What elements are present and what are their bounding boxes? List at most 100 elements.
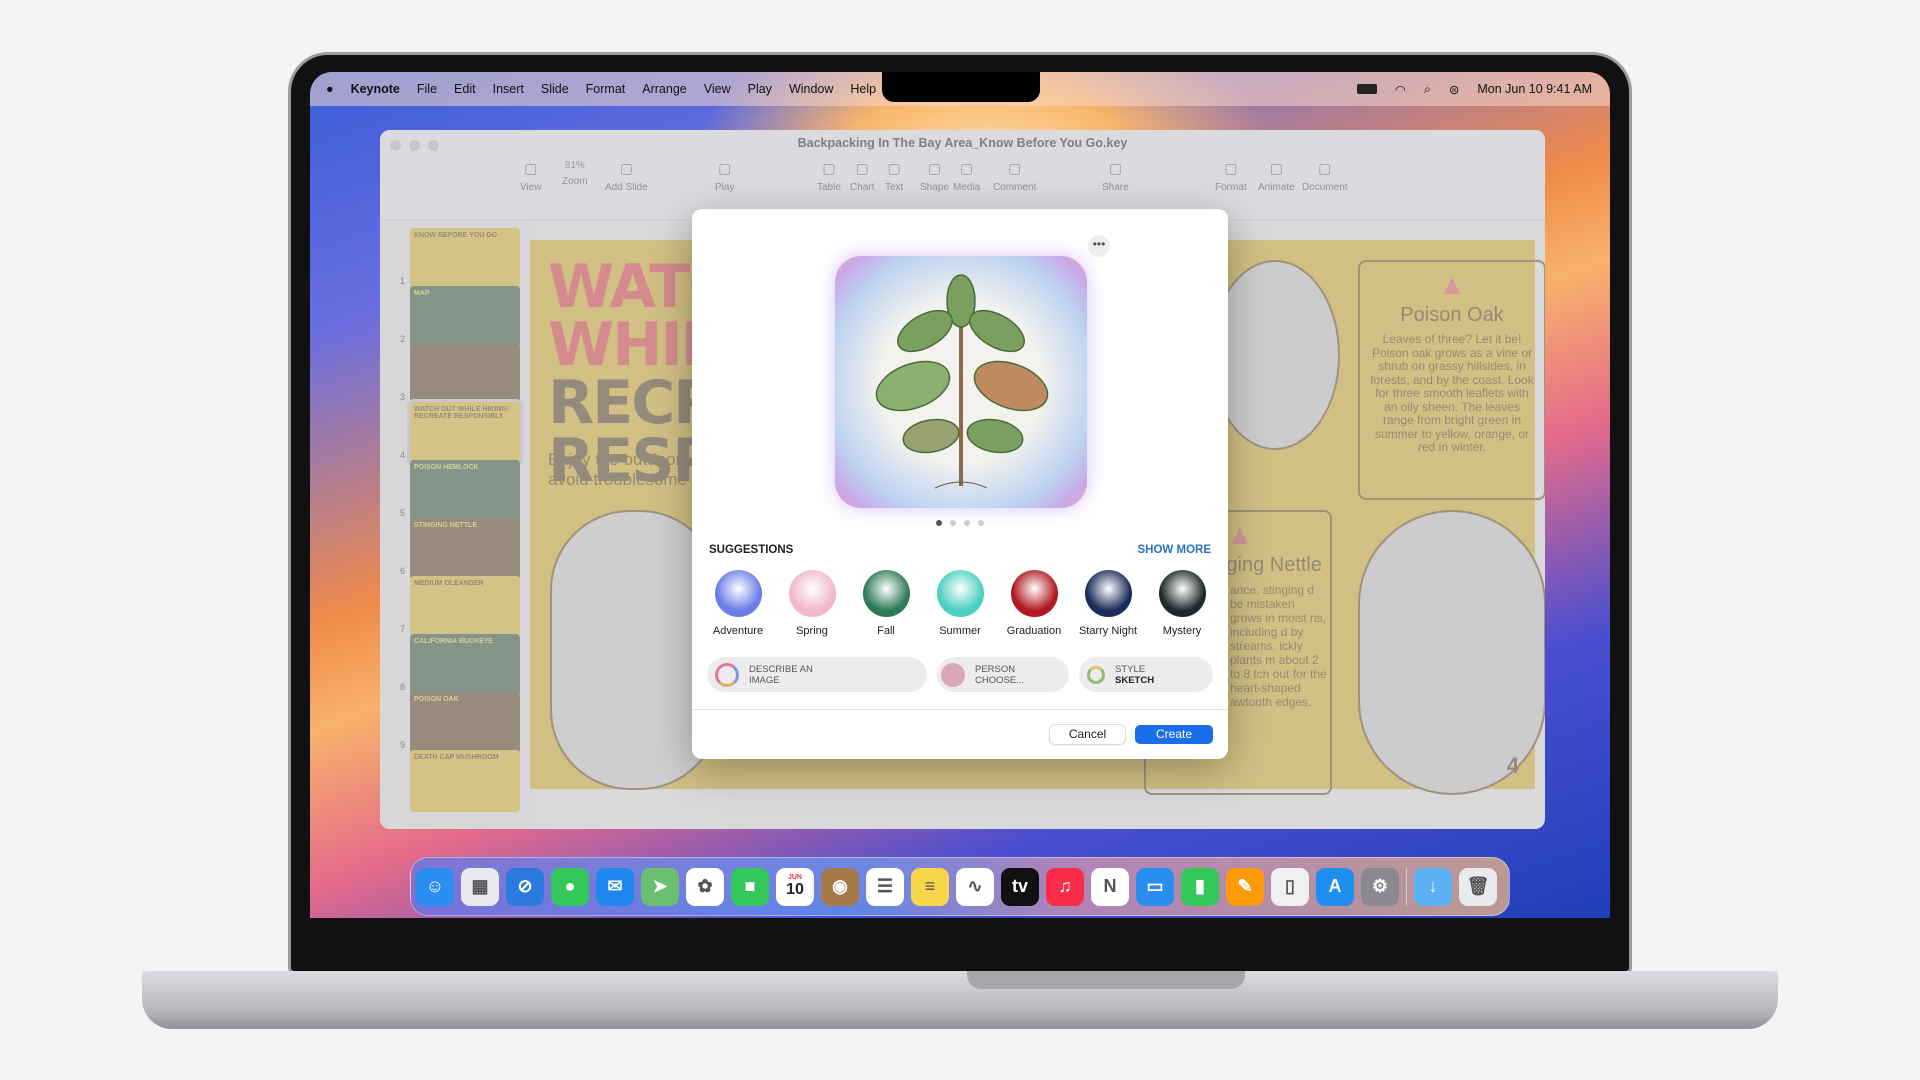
icon-glyph: ▮ [1195,876,1205,896]
icon-glyph: 🗑 [1466,876,1490,896]
menu-play[interactable]: Play [748,82,772,96]
app-store-icon[interactable]: A [1316,867,1354,906]
safari-icon[interactable]: ⊘ [506,867,544,906]
suggestion-graduation[interactable]: Graduation [998,570,1070,637]
music-icon[interactable]: ♫ [1046,867,1084,906]
reminders-icon[interactable]: ☰ [866,867,904,906]
freeform-icon[interactable]: ∿ [956,867,994,906]
icon-glyph: ✎ [1237,876,1253,896]
messages-icon[interactable]: ● [551,867,589,906]
page-dot[interactable] [978,520,984,526]
style-icon [1087,665,1105,684]
battery-icon[interactable] [1356,84,1377,94]
describe-label: DESCRIBE AN [749,663,813,675]
icon-glyph: ◉ [832,876,848,896]
clock[interactable]: Mon Jun 10 9:41 AM [1477,82,1592,96]
cancel-button[interactable]: Cancel [1050,725,1125,744]
downloads-icon[interactable]: ↓ [1414,867,1452,906]
maps-icon[interactable]: ➤ [641,867,679,906]
photos-icon[interactable]: ✿ [686,867,724,906]
camera-notch [882,72,1040,102]
person-chooser[interactable]: PERSON CHOOSE... [937,657,1069,692]
dock-divider [1406,867,1407,906]
menu-edit[interactable]: Edit [454,82,476,96]
icon-glyph: ☰ [876,876,894,896]
image-playground-icon [715,662,739,687]
menu-app[interactable]: Keynote [351,82,400,96]
create-button[interactable]: Create [1135,725,1213,744]
keynote-icon[interactable]: ▭ [1136,867,1174,906]
icon-glyph: ≡ [924,876,936,896]
menu-insert[interactable]: Insert [493,82,524,96]
icon-glyph: ♫ [1058,876,1072,896]
contacts-icon[interactable]: ◉ [821,867,859,906]
divider [692,709,1228,710]
calendar-month: JUN [787,874,802,881]
suggestion-thumbnail-icon [788,570,836,617]
apple-icon[interactable]: ● [326,82,334,96]
style-label: STYLE [1115,663,1146,675]
image-playground-dialog: ••• SUGGESTIONS SHOW MORE Adventure Sprin… [692,209,1228,759]
describe-label: IMAGE [749,674,780,686]
wifi-icon[interactable]: ◠ [1395,82,1406,97]
mail-icon[interactable]: ✉ [596,867,634,906]
suggestion-thumbnail-icon [936,570,984,617]
page-dot[interactable] [936,520,942,526]
more-options-button[interactable]: ••• [1088,235,1110,257]
person-label: PERSON [975,663,1016,675]
suggestion-starry-night[interactable]: Starry Night [1072,570,1144,637]
icon-glyph: ✉ [607,876,623,896]
menu-help[interactable]: Help [850,82,876,96]
page-indicator [692,520,1228,526]
icon-glyph: ↓ [1428,876,1438,896]
menu-window[interactable]: Window [789,82,833,96]
show-more-button[interactable]: SHOW MORE [1138,544,1211,556]
suggestion-adventure[interactable]: Adventure [702,570,774,637]
launchpad-icon[interactable]: ▦ [461,867,499,906]
menu-view[interactable]: View [704,82,731,96]
finder-icon[interactable]: ☺ [416,867,454,906]
menu-slide[interactable]: Slide [541,82,569,96]
icon-glyph: ∿ [967,876,983,896]
suggestion-fall[interactable]: Fall [850,570,922,637]
suggestion-summer[interactable]: Summer [924,570,996,637]
news-icon[interactable]: N [1091,867,1129,906]
notes-icon[interactable]: ≡ [911,867,949,906]
suggestion-thumbnail-icon [1158,570,1206,617]
suggestion-label: Mystery [1162,625,1202,637]
icon-glyph: ⚙ [1371,876,1389,896]
menu-format[interactable]: Format [586,82,626,96]
suggestion-spring[interactable]: Spring [776,570,848,637]
iphone-mirroring-icon[interactable]: ▯ [1271,867,1309,906]
system-settings-icon[interactable]: ⚙ [1361,867,1399,906]
screen: ● Keynote File Edit Insert Slide Format … [310,72,1610,918]
plant-sketch-image [875,274,1049,489]
suggestion-label: Summer [939,625,981,637]
style-value: SKETCH [1115,674,1155,686]
pages-icon[interactable]: ✎ [1226,867,1264,906]
page-dot[interactable] [950,520,956,526]
page-dot[interactable] [964,520,970,526]
icon-glyph: A [1328,876,1342,896]
trash-icon[interactable]: 🗑 [1459,867,1497,906]
icon-glyph: ➤ [652,876,668,896]
tv-icon[interactable]: tv [1001,867,1039,906]
numbers-icon[interactable]: ▮ [1181,867,1219,906]
search-icon[interactable]: ⌕ [1424,82,1431,97]
facetime-icon[interactable]: ■ [731,867,769,906]
menu-file[interactable]: File [417,82,437,96]
menu-arrange[interactable]: Arrange [642,82,686,96]
calendar-icon[interactable]: JUN 10 [776,867,814,906]
describe-image-field[interactable]: DESCRIBE AN IMAGE [707,657,927,692]
suggestion-label: Adventure [712,625,764,637]
icon-glyph: ⊘ [517,876,533,896]
suggestion-mystery[interactable]: Mystery [1146,570,1218,637]
icon-glyph: ▯ [1285,876,1295,896]
icon-glyph: ● [564,876,576,896]
suggestion-thumbnail-icon [862,570,910,617]
style-chooser[interactable]: STYLE SKETCH [1079,657,1213,692]
generated-image-preview[interactable] [835,256,1087,508]
control-center-icon[interactable]: ⊜ [1449,82,1459,97]
suggestion-label: Fall [877,625,895,637]
laptop-lid-notch [967,971,1245,989]
